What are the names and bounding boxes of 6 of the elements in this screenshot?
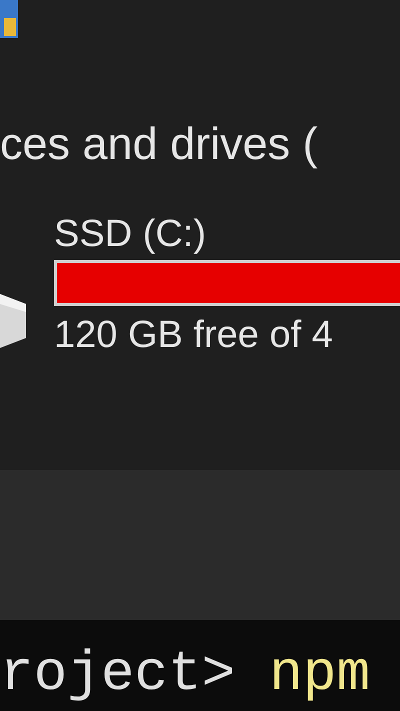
folder-icon [0,0,20,40]
terminal-command: npm [269,642,370,706]
section-heading: ces and drives ( [0,117,319,171]
drive-name[interactable]: SSD (C:) [54,212,206,256]
prompt-path: roject> [0,642,236,706]
free-space-label: 120 GB free of 4 [54,313,333,358]
